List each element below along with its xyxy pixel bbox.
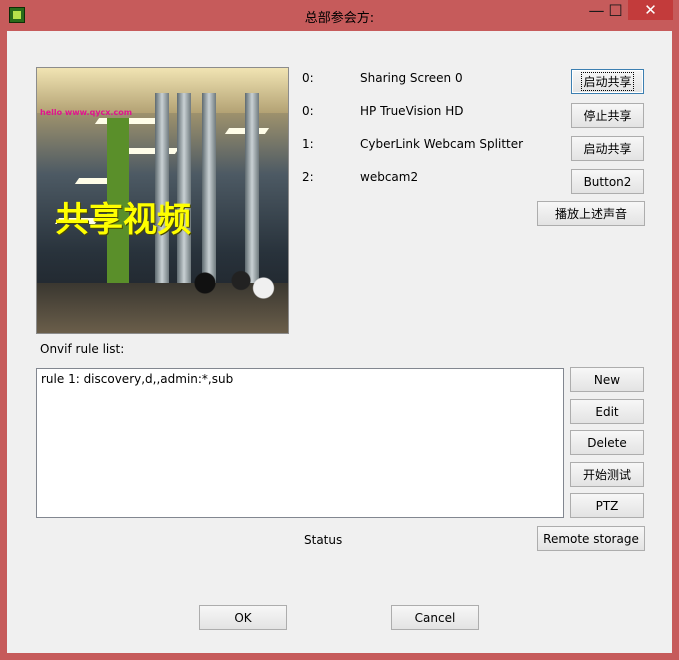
device-name: Sharing Screen 0 (360, 71, 463, 85)
window-title: 总部参会方: (304, 11, 375, 26)
device-name: CyberLink Webcam Splitter (360, 137, 524, 151)
dialog-window: 总部参会方: — ☐ ✕ hello www.qycx.com 共享视频 0: … (0, 0, 679, 660)
play-audio-button[interactable]: 播放上述声音 (537, 201, 645, 226)
stop-share-button[interactable]: 停止共享 (571, 103, 644, 128)
edit-rule-button[interactable]: Edit (570, 399, 644, 424)
device-name: webcam2 (360, 170, 419, 184)
video-preview: hello www.qycx.com 共享视频 (36, 67, 289, 334)
start-share-label: 启动共享 (581, 72, 634, 91)
device-index: 2: (302, 170, 314, 184)
button2-button[interactable]: Button2 (571, 169, 644, 194)
start-share-2-button[interactable]: 启动共享 (571, 136, 644, 161)
list-item[interactable]: rule 1: discovery,d,,admin:*,sub (41, 372, 233, 386)
device-index: 0: (302, 71, 314, 85)
maximize-icon[interactable]: ☐ (602, 0, 629, 20)
onvif-rule-list-label: Onvif rule list: (40, 342, 125, 356)
delete-rule-button[interactable]: Delete (570, 430, 644, 455)
start-test-button[interactable]: 开始测试 (570, 462, 644, 487)
status-text: Status (304, 533, 343, 547)
device-index: 0: (302, 104, 314, 118)
video-caption: 共享视频 (55, 200, 191, 240)
video-watermark: hello www.qycx.com (40, 108, 133, 117)
title-bar[interactable]: 总部参会方: — ☐ ✕ (0, 0, 679, 31)
video-light (124, 148, 180, 154)
remote-storage-button[interactable]: Remote storage (537, 526, 645, 551)
onvif-rule-list[interactable]: rule 1: discovery,d,,admin:*,sub (36, 368, 564, 518)
device-name: HP TrueVision HD (360, 104, 464, 118)
ok-button[interactable]: OK (199, 605, 287, 630)
device-index: 1: (302, 137, 314, 151)
new-rule-button[interactable]: New (570, 367, 644, 392)
start-share-button[interactable]: 启动共享 (571, 69, 644, 94)
ptz-button[interactable]: PTZ (570, 493, 644, 518)
close-icon[interactable]: ✕ (628, 0, 673, 20)
cancel-button[interactable]: Cancel (391, 605, 479, 630)
video-people (187, 268, 277, 318)
